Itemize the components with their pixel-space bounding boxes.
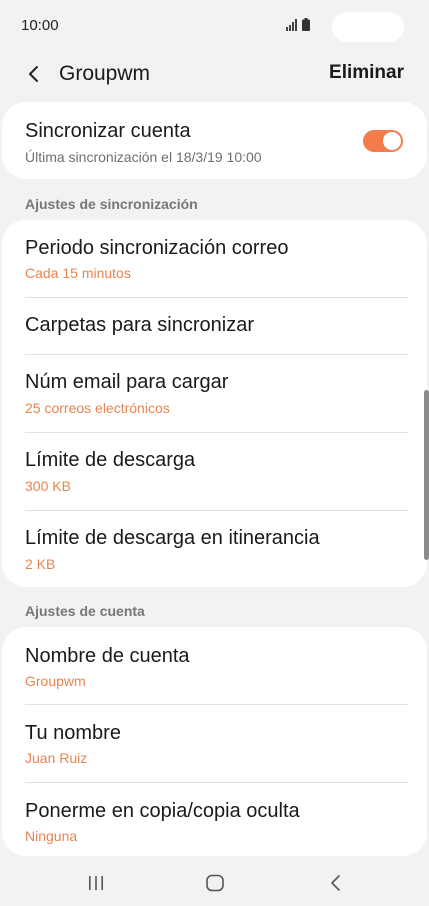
setting-sync-period[interactable]: Periodo sincronización correo Cada 15 mi… bbox=[2, 220, 427, 298]
section-header-account-settings: Ajustes de cuenta bbox=[25, 603, 145, 619]
setting-title: Límite de descarga en itinerancia bbox=[25, 527, 320, 549]
camera-cutout bbox=[332, 12, 404, 42]
signal-icon bbox=[286, 19, 297, 31]
chevron-left-icon bbox=[29, 66, 38, 82]
setting-title: Tu nombre bbox=[25, 722, 121, 744]
setting-title: Límite de descarga bbox=[25, 449, 196, 471]
recent-apps-button[interactable] bbox=[82, 870, 110, 896]
setting-value: Groupwm bbox=[25, 673, 86, 689]
setting-title: Nombre de cuenta bbox=[25, 645, 190, 667]
setting-folders-to-sync[interactable]: Carpetas para sincronizar bbox=[2, 298, 427, 355]
setting-download-limit[interactable]: Límite de descarga 300 KB bbox=[2, 433, 427, 511]
home-icon bbox=[206, 874, 224, 892]
delete-button[interactable]: Eliminar bbox=[329, 62, 404, 84]
last-sync-text: Última sincronización el 18/3/19 10:00 bbox=[25, 149, 262, 165]
section-header-sync-settings: Ajustes de sincronización bbox=[25, 196, 198, 212]
setting-value: Cada 15 minutos bbox=[25, 265, 131, 281]
setting-value: 300 KB bbox=[25, 478, 71, 494]
setting-title: Carpetas para sincronizar bbox=[25, 314, 254, 336]
setting-title: Periodo sincronización correo bbox=[25, 237, 289, 259]
sync-account-title: Sincronizar cuenta bbox=[25, 120, 191, 142]
page-title: Groupwm bbox=[59, 62, 151, 85]
setting-value: 2 KB bbox=[25, 556, 56, 572]
setting-roaming-download-limit[interactable]: Límite de descarga en itinerancia 2 KB bbox=[2, 511, 427, 587]
sync-account-card[interactable]: Sincronizar cuenta Última sincronización… bbox=[2, 102, 427, 179]
status-bar: 10:00 bbox=[0, 0, 429, 50]
status-time: 10:00 bbox=[21, 17, 59, 34]
setting-email-count[interactable]: Núm email para cargar 25 correos electró… bbox=[2, 355, 427, 433]
setting-title: Núm email para cargar bbox=[25, 371, 229, 393]
navigation-bar bbox=[0, 858, 429, 906]
setting-title: Ponerme en copia/copia oculta bbox=[25, 800, 300, 822]
toggle-knob bbox=[383, 132, 401, 150]
recent-apps-icon bbox=[89, 876, 103, 890]
nav-back-button[interactable] bbox=[322, 870, 350, 896]
back-button[interactable] bbox=[18, 58, 50, 90]
phone-screen: 10:00 Groupwm Eliminar Sincronizar cuent… bbox=[0, 0, 429, 906]
sync-account-toggle[interactable] bbox=[363, 130, 403, 152]
sync-settings-card: Periodo sincronización correo Cada 15 mi… bbox=[2, 220, 427, 587]
account-settings-card: Nombre de cuenta Groupwm Tu nombre Juan … bbox=[2, 627, 427, 856]
setting-cc-bcc[interactable]: Ponerme en copia/copia oculta Ninguna bbox=[2, 783, 427, 856]
setting-value: Ninguna bbox=[25, 828, 78, 844]
app-header: Groupwm Eliminar bbox=[0, 52, 429, 96]
setting-value: 25 correos electrónicos bbox=[25, 400, 170, 416]
setting-value: Juan Ruiz bbox=[25, 750, 88, 766]
home-button[interactable] bbox=[201, 870, 229, 896]
battery-icon bbox=[302, 18, 310, 31]
setting-your-name[interactable]: Tu nombre Juan Ruiz bbox=[2, 705, 427, 783]
nav-back-icon bbox=[331, 875, 340, 891]
scrollbar[interactable] bbox=[424, 390, 429, 560]
setting-account-name[interactable]: Nombre de cuenta Groupwm bbox=[2, 627, 427, 705]
